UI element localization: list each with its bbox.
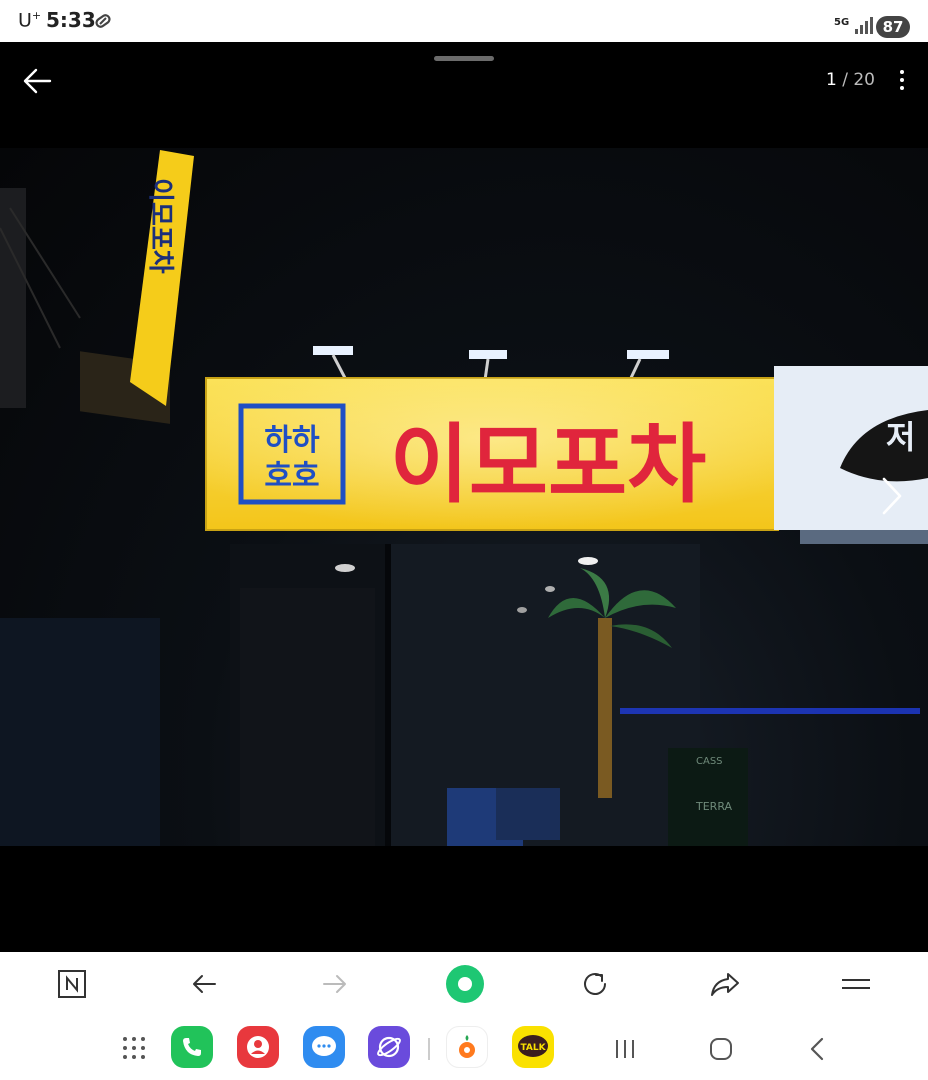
- hamburger-icon: [842, 979, 870, 989]
- naver-home-button[interactable]: [50, 962, 94, 1006]
- svg-text:호호: 호호: [264, 459, 319, 494]
- arrow-right-icon: [323, 975, 346, 993]
- taskbar-dock: TALK: [0, 1016, 928, 1080]
- share-arrow-icon: [711, 973, 739, 996]
- storefront: TERRA CASS: [230, 544, 920, 846]
- browser-toolbar: [0, 952, 928, 1016]
- app-drawer-icon[interactable]: [122, 1036, 146, 1060]
- image-viewer: 1 / 20 이모포차 하하 호호 이모포차 저 TERRA CASS: [0, 42, 928, 952]
- phone-handset-icon: [183, 1038, 201, 1056]
- svg-text:저: 저: [886, 418, 915, 456]
- paperclip-icon: [95, 14, 111, 28]
- arrow-left-icon: [193, 975, 216, 993]
- drag-handle[interactable]: [434, 56, 494, 61]
- carrot-icon: [459, 1035, 475, 1058]
- chevron-right-icon[interactable]: [874, 473, 910, 519]
- network-type: 5G: [834, 17, 850, 28]
- carrot-app-icon[interactable]: [446, 1026, 488, 1068]
- phone-app-icon[interactable]: [171, 1026, 213, 1068]
- svg-text:이모포차: 이모포차: [390, 415, 706, 515]
- contacts-app-icon[interactable]: [237, 1026, 279, 1068]
- naver-icon: [58, 970, 86, 998]
- svg-text:이모포차: 이모포차: [145, 178, 175, 274]
- person-icon: [247, 1036, 269, 1058]
- svg-text:CASS: CASS: [696, 756, 723, 767]
- side-sign: 이모포차: [80, 150, 194, 424]
- status-time: 5:33: [46, 8, 96, 32]
- svg-text:하하: 하하: [264, 423, 320, 458]
- svg-text:TALK: TALK: [520, 1043, 546, 1053]
- browser-forward-button[interactable]: [313, 962, 357, 1006]
- chat-bubble-icon: [312, 1036, 336, 1056]
- carrier-label: U+: [18, 9, 42, 32]
- menu-button[interactable]: [834, 962, 878, 1006]
- photo: 이모포차 하하 호호 이모포차 저 TERRA CASS: [0, 148, 928, 846]
- main-sign: 하하 호호 이모포차: [205, 377, 779, 531]
- green-dot-icon: [446, 965, 484, 1003]
- kakaotalk-app-icon[interactable]: TALK: [512, 1026, 554, 1068]
- photo-scene: 이모포차 하하 호호 이모포차 저 TERRA CASS: [0, 150, 928, 846]
- svg-text:TERRA: TERRA: [695, 800, 733, 813]
- share-button[interactable]: [703, 962, 747, 1006]
- recent-apps-icon[interactable]: [614, 1038, 636, 1060]
- image-counter: 1 / 20: [826, 70, 875, 90]
- internet-app-icon[interactable]: [368, 1026, 410, 1068]
- sign-lamps: [313, 346, 669, 381]
- home-icon[interactable]: [709, 1037, 733, 1061]
- refresh-icon: [584, 973, 606, 995]
- dock-divider: [428, 1038, 430, 1060]
- signal-icon: [855, 17, 873, 34]
- refresh-button[interactable]: [573, 962, 617, 1006]
- battery-indicator: 87: [876, 16, 910, 38]
- talk-bubble-icon: TALK: [518, 1035, 548, 1057]
- system-back-icon[interactable]: [806, 1036, 828, 1062]
- more-options-icon[interactable]: [892, 66, 912, 98]
- green-dot-button[interactable]: [443, 962, 487, 1006]
- status-bar: U+ 5:33 5G 87: [0, 0, 928, 42]
- planet-icon: [377, 1036, 401, 1058]
- browser-back-button[interactable]: [182, 962, 226, 1006]
- messages-app-icon[interactable]: [303, 1026, 345, 1068]
- back-arrow-icon[interactable]: [20, 64, 54, 98]
